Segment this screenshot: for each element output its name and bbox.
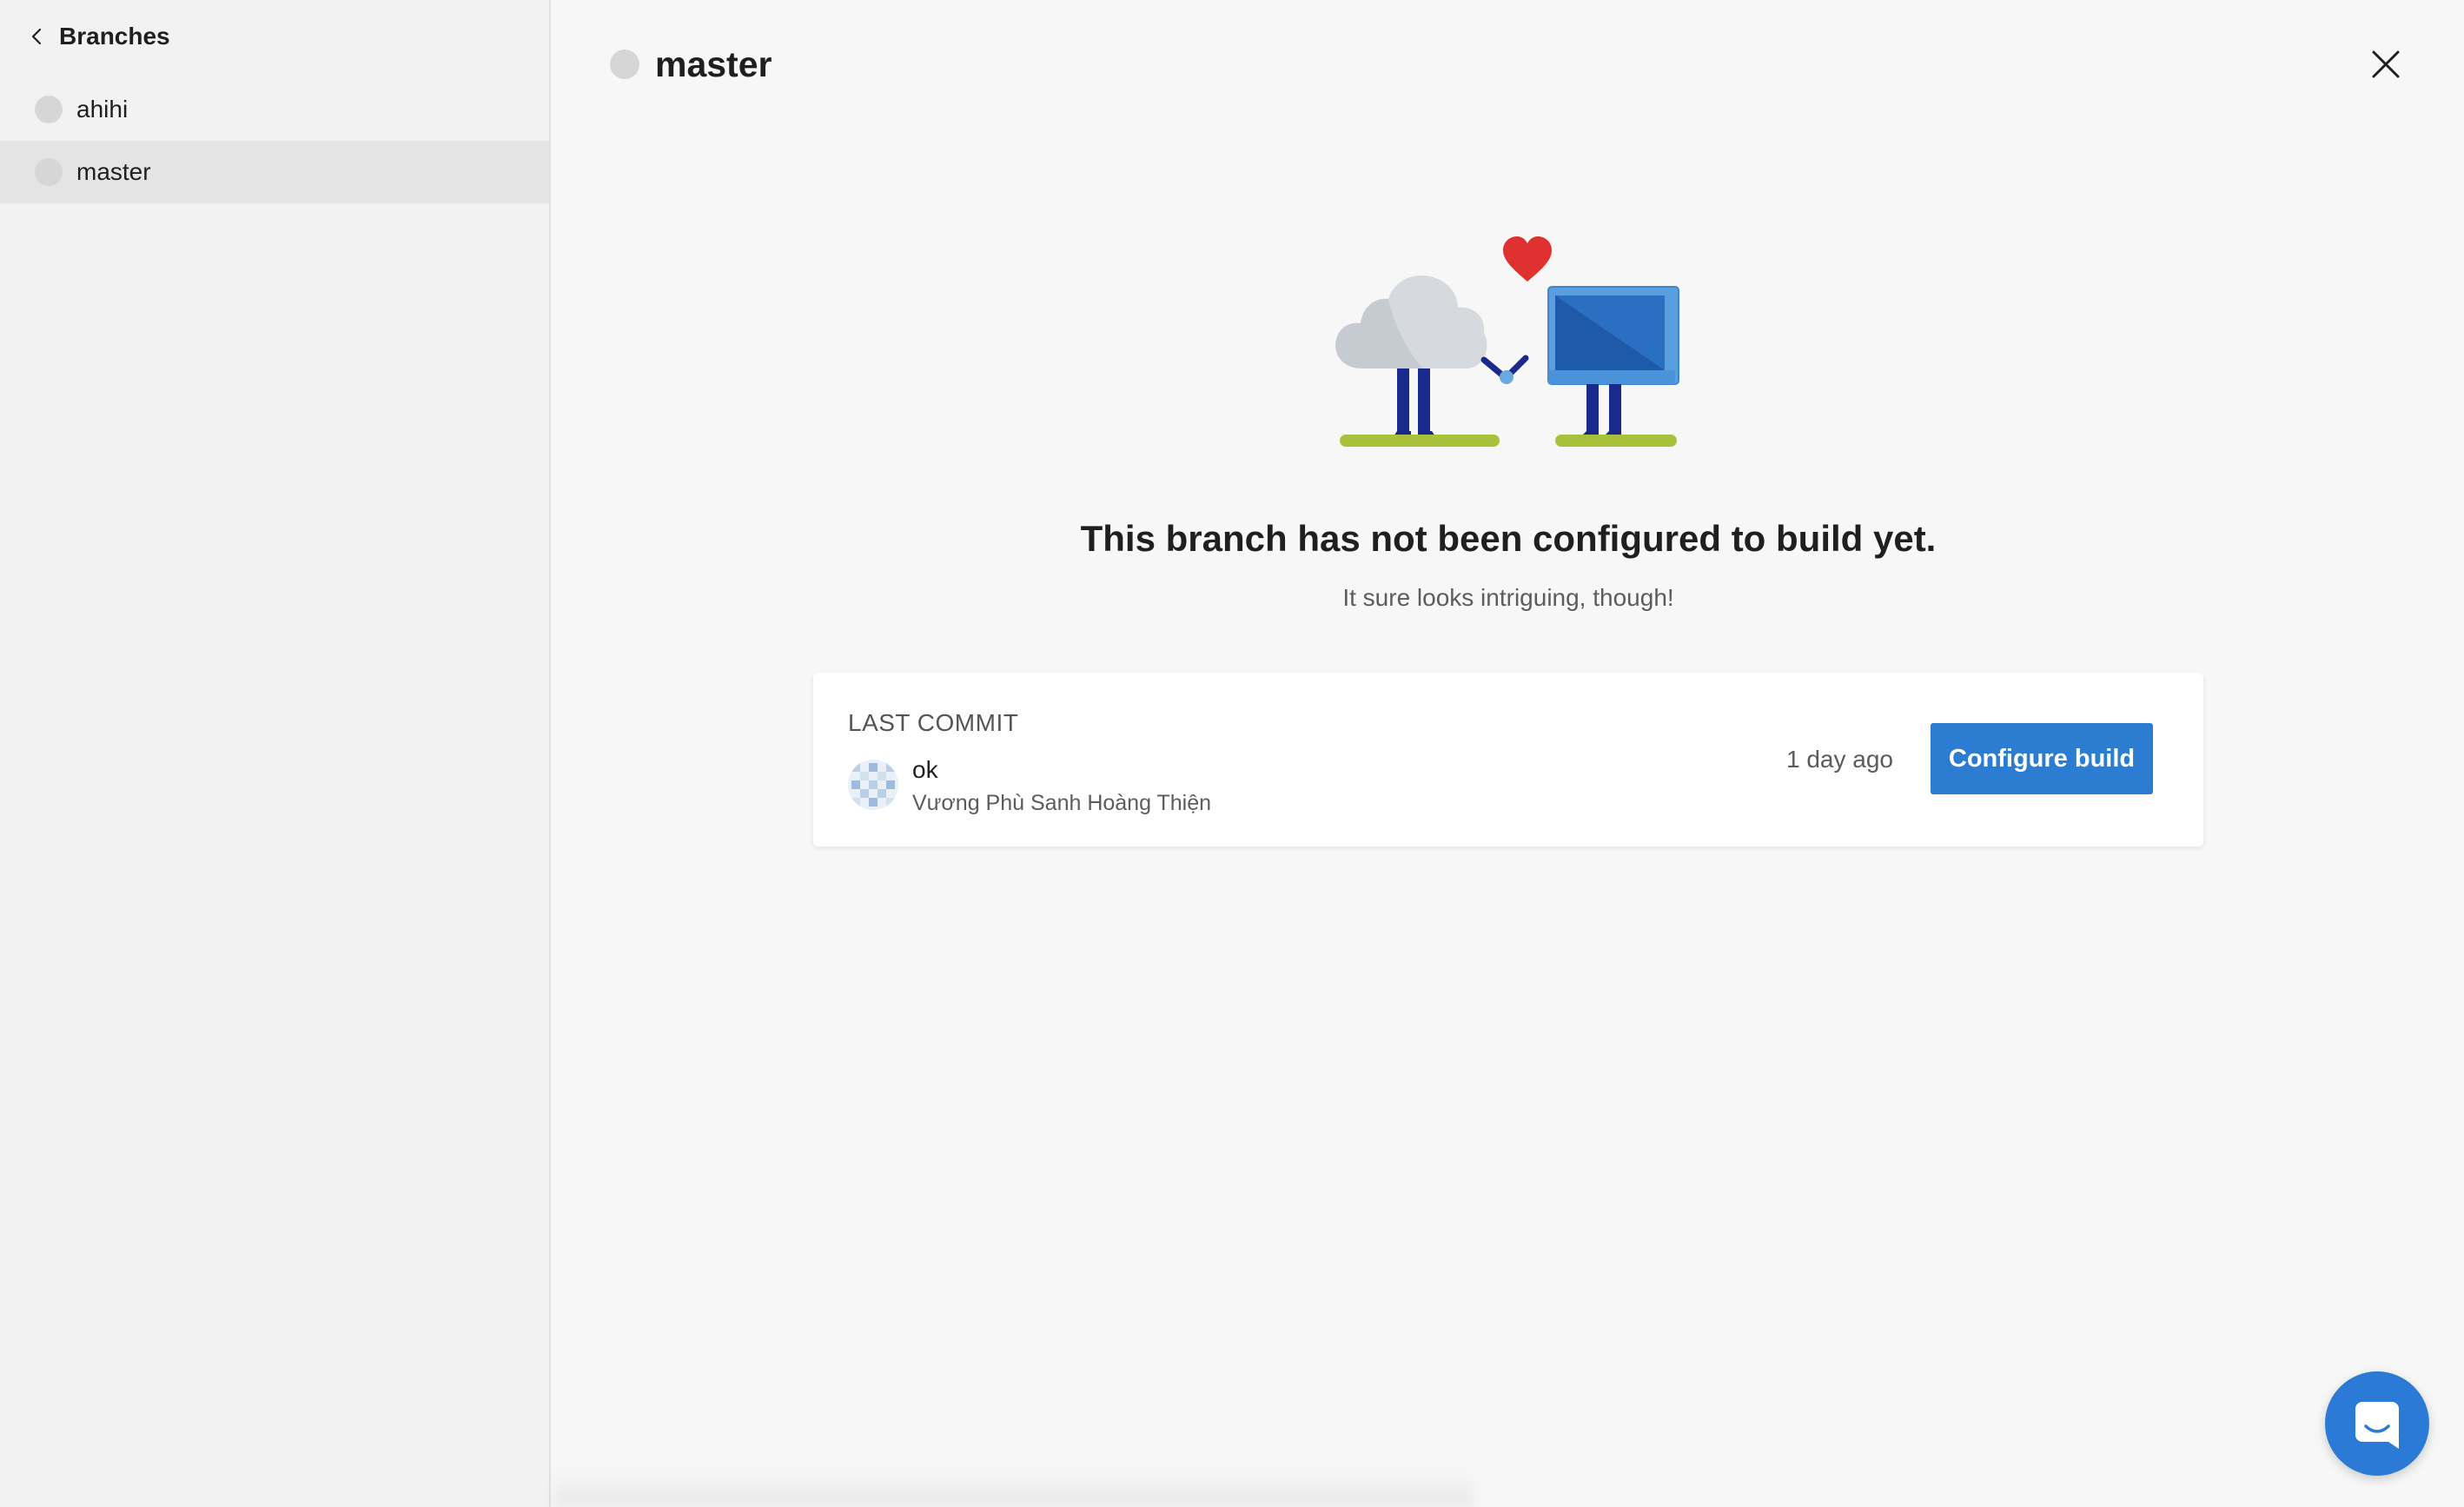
bottom-shadow	[553, 1469, 1474, 1507]
configure-build-button[interactable]: Configure build	[1931, 723, 2153, 794]
commit-author: Vương Phù Sanh Hoàng Thiện	[912, 791, 1212, 815]
commit-time: 1 day ago	[1786, 746, 1893, 773]
branch-status-dot	[35, 96, 63, 123]
back-to-branches-button[interactable]: Branches	[28, 17, 170, 56]
branch-item-master[interactable]: master	[0, 141, 549, 203]
branch-header: master	[610, 38, 772, 90]
branch-detail-panel: master This branch has not been configur…	[553, 0, 2464, 1507]
branch-name: master	[76, 158, 151, 185]
cloud-loves-computer-illustration	[1335, 236, 1679, 447]
close-button[interactable]	[2368, 47, 2403, 82]
branch-item-ahihi[interactable]: ahihi	[0, 78, 549, 141]
branch-status-dot	[35, 158, 63, 186]
identicon-avatar	[848, 760, 898, 810]
avatar	[848, 760, 898, 810]
branches-sidebar: Branches ahihi master	[0, 0, 551, 1507]
branch-name: ahihi	[76, 96, 129, 123]
empty-state-title: This branch has not been configured to b…	[1080, 518, 1937, 559]
commit-message: ok	[912, 756, 938, 783]
page-title: master	[655, 43, 772, 84]
sidebar-title: Branches	[59, 23, 170, 50]
last-commit-label: LAST COMMIT	[848, 709, 1019, 736]
chat-launcher-button[interactable]	[2325, 1371, 2429, 1476]
close-icon	[2372, 50, 2400, 78]
empty-state-subtitle: It sure looks intriguing, though!	[1342, 584, 1674, 611]
chat-icon	[2355, 1402, 2399, 1449]
last-commit-card: LAST COMMIT ok Vương Phù Sanh Hoàng Thiệ…	[813, 673, 2203, 846]
branch-list: ahihi master	[0, 78, 549, 203]
branch-status-dot	[610, 50, 639, 79]
chevron-left-icon	[31, 28, 42, 45]
